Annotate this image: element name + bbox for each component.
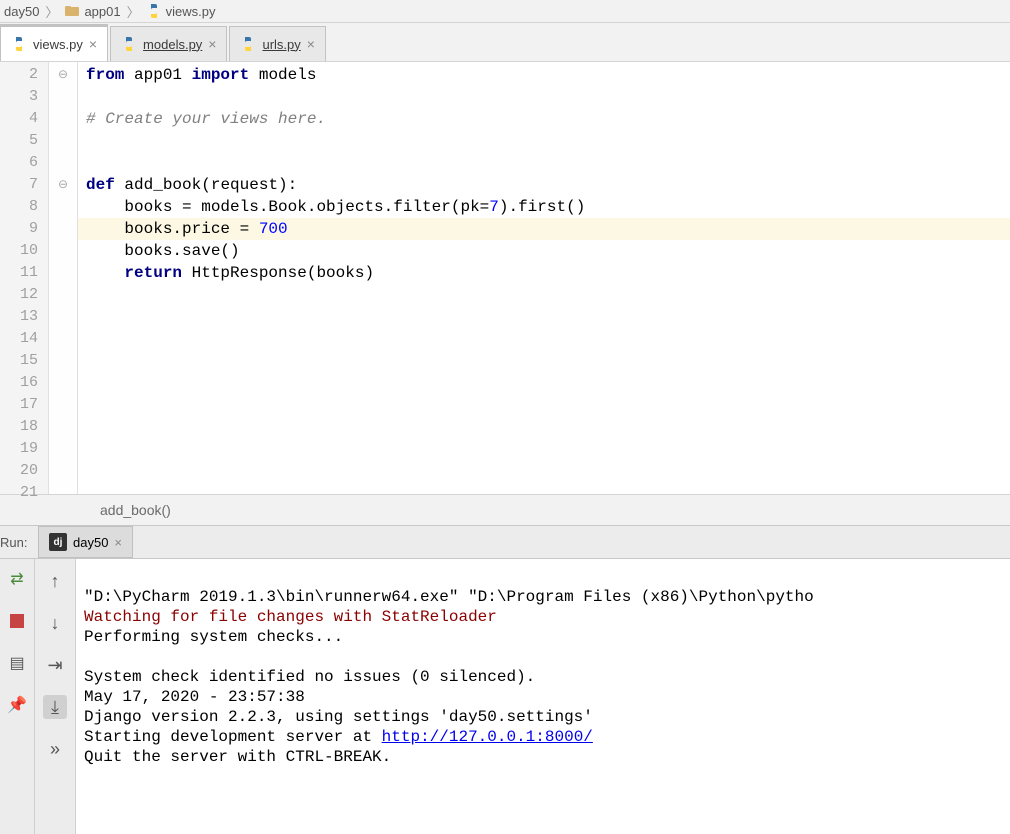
down-arrow-icon[interactable]: ↓ — [43, 611, 67, 635]
console-line: May 17, 2020 - 23:57:38 — [84, 688, 305, 706]
close-icon[interactable]: × — [89, 36, 97, 52]
close-icon[interactable]: × — [208, 36, 216, 52]
code-editor[interactable]: 23456789101112131415161718192021 ⊖⊖ from… — [0, 62, 1010, 494]
server-url-link[interactable]: http://127.0.0.1:8000/ — [382, 728, 593, 746]
python-file-icon — [11, 36, 27, 52]
close-icon[interactable]: × — [114, 535, 122, 550]
run-config-tab[interactable]: dj day50 × — [38, 526, 133, 558]
breadcrumb-item[interactable]: day50 — [4, 4, 39, 19]
breadcrumb-item[interactable]: views.py — [146, 3, 216, 19]
run-tool-window: ⇄ ▤ 📌 ↑ ↓ ⇥ ⤓ » "D:\PyCharm 2019.1.3\bin… — [0, 559, 1010, 834]
code-content[interactable]: from app01 import models# Create your vi… — [78, 62, 1010, 494]
soft-wrap-icon[interactable]: ⇥ — [43, 653, 67, 677]
tab-label: views.py — [33, 37, 83, 52]
run-config-label: day50 — [73, 535, 108, 550]
console-line: "D:\PyCharm 2019.1.3\bin\runnerw64.exe" … — [84, 588, 814, 606]
fold-column[interactable]: ⊖⊖ — [49, 62, 78, 494]
tab-models[interactable]: models.py × — [110, 26, 227, 61]
rerun-icon[interactable]: ⇄ — [7, 569, 27, 589]
console-line: System check identified no issues (0 sil… — [84, 668, 535, 686]
console-line: Performing system checks... — [84, 628, 343, 646]
console-line: Watching for file changes with StatReloa… — [84, 608, 497, 626]
editor-tab-bar: views.py × models.py × urls.py × — [0, 23, 1010, 62]
console-output[interactable]: "D:\PyCharm 2019.1.3\bin\runnerw64.exe" … — [76, 559, 1010, 834]
close-icon[interactable]: × — [307, 36, 315, 52]
console-line: Starting development server at http://12… — [84, 728, 593, 746]
run-toolbar-left: ⇄ ▤ 📌 — [0, 559, 35, 834]
run-toolbar-right: ↑ ↓ ⇥ ⤓ » — [35, 559, 76, 834]
pin-icon[interactable]: 📌 — [7, 695, 27, 715]
console-line: Django version 2.2.3, using settings 'da… — [84, 708, 593, 726]
chevron-right-icon: 〉 — [127, 2, 140, 21]
tab-label: urls.py — [262, 37, 300, 52]
run-tool-window-header: Run: dj day50 × — [0, 525, 1010, 559]
more-icon[interactable]: » — [43, 737, 67, 761]
layout-icon[interactable]: ▤ — [7, 653, 27, 673]
tab-urls[interactable]: urls.py × — [229, 26, 325, 61]
scroll-to-end-icon[interactable]: ⤓ — [43, 695, 67, 719]
django-icon: dj — [49, 533, 67, 551]
stop-icon[interactable] — [7, 611, 27, 631]
tab-label: models.py — [143, 37, 202, 52]
console-line: Quit the server with CTRL-BREAK. — [84, 748, 391, 766]
python-file-icon — [146, 3, 162, 19]
python-file-icon — [121, 36, 137, 52]
line-number-gutter: 23456789101112131415161718192021 — [0, 62, 49, 494]
tab-views[interactable]: views.py × — [0, 24, 108, 61]
run-label: Run: — [0, 535, 38, 550]
folder-icon — [64, 3, 80, 19]
breadcrumb-item[interactable]: app01 — [64, 3, 120, 19]
up-arrow-icon[interactable]: ↑ — [43, 569, 67, 593]
chevron-right-icon: 〉 — [45, 2, 58, 21]
breadcrumb-bar: day50 〉 app01 〉 views.py — [0, 0, 1010, 23]
python-file-icon — [240, 36, 256, 52]
